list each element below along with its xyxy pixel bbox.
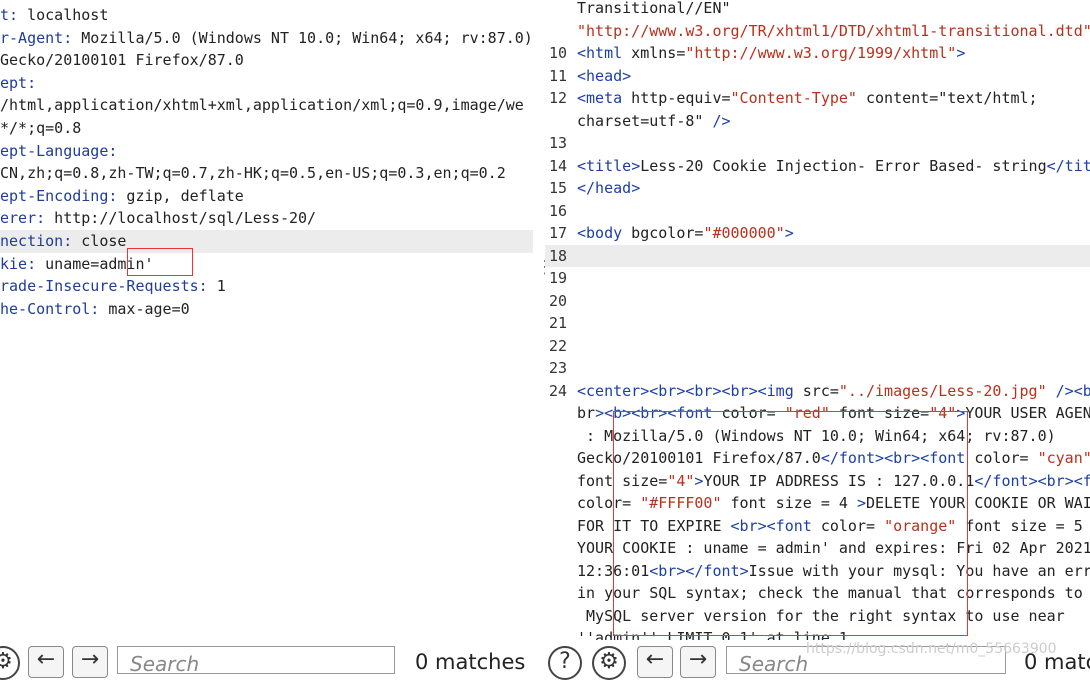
response-line: 11 <head>	[545, 65, 1090, 88]
pane-divider[interactable]	[533, 0, 545, 640]
header-value: */*;q=0.8	[0, 119, 82, 137]
line-number: 12	[548, 89, 567, 107]
line-number: 20	[548, 291, 567, 310]
request-line[interactable]: CN,zh;q=0.8,zh-TW;q=0.7,zh-HK;q=0.5,en-U…	[0, 162, 533, 185]
request-line[interactable]: rade-Insecure-Requests: 1	[0, 275, 533, 298]
line-number: 11	[548, 66, 567, 85]
response-line: 21	[545, 312, 1090, 335]
header-name: ept:	[0, 73, 37, 92]
code-text: <title>Less-20 Cookie Injection- Error B…	[577, 156, 1090, 175]
header-name: rade-Insecure-Requests:	[0, 277, 208, 296]
code-text: charset=utf-8" />	[577, 111, 731, 130]
code-text: <html xmlns="http://www.w3.org/1999/xhtm…	[577, 44, 966, 62]
response-line: 14 <title>Less-20 Cookie Injection- Error…	[545, 155, 1090, 178]
header-name: r-Agent:	[0, 28, 73, 47]
header-value: max-age=0	[99, 299, 190, 318]
response-line: 23	[545, 357, 1090, 380]
request-line[interactable]: Gecko/20100101 Firefox/87.0	[0, 49, 533, 72]
header-value: close	[72, 232, 127, 250]
request-line[interactable]: */*;q=0.8	[0, 117, 533, 140]
previous-match-button[interactable]: ←	[28, 646, 64, 678]
response-line: charset=utf-8" />	[545, 110, 1090, 133]
response-line: 18	[545, 244, 1090, 267]
code-text: <body bgcolor="#000000">	[577, 224, 794, 242]
request-line[interactable]: r-Agent: Mozilla/5.0 (Windows NT 10.0; W…	[0, 27, 533, 50]
header-name: erer:	[0, 209, 46, 228]
response-line: 22	[545, 335, 1090, 358]
request-editor[interactable]: t: localhost r-Agent: Mozilla/5.0 (Window…	[0, 0, 533, 640]
line-number: 16	[548, 201, 567, 220]
line-number: 10	[548, 44, 567, 62]
header-value: CN,zh;q=0.8,zh-TW;q=0.7,zh-HK;q=0.5,en-U…	[0, 164, 506, 183]
request-line[interactable]: ept-Language:	[0, 140, 533, 163]
line-number: 18	[548, 246, 567, 265]
code-text: <center><br><br><br><img src="../images/…	[577, 381, 1090, 400]
header-value: /html,application/xhtml+xml,application/…	[0, 96, 524, 115]
header-name: nection:	[0, 232, 73, 250]
error-highlight-box	[613, 411, 968, 636]
line-number: 21	[548, 314, 567, 332]
line-number: 23	[548, 359, 567, 377]
search-input[interactable]: Search	[117, 646, 395, 676]
response-line: 17 <body bgcolor="#000000">	[545, 222, 1090, 245]
drag-handle-icon[interactable]: ⋮	[536, 259, 554, 290]
response-line: 24 <center><br><br><br><img src="../image…	[545, 380, 1090, 403]
line-number: 24	[548, 381, 567, 400]
request-line[interactable]: ept-Encoding: gzip, deflate	[0, 185, 533, 208]
next-match-button[interactable]: →	[72, 646, 108, 678]
line-number: 13	[548, 134, 567, 152]
request-line[interactable]: erer: http://localhost/sql/Less-20/	[0, 207, 533, 230]
header-value: localhost	[18, 6, 109, 24]
request-line[interactable]: he-Control: max-age=0	[0, 298, 533, 321]
header-name: t:	[0, 6, 19, 24]
code-text: <head>	[577, 66, 632, 85]
request-line[interactable]: kie: uname=admin'	[0, 253, 533, 276]
next-match-button[interactable]: →	[680, 646, 716, 678]
line-number: 22	[548, 336, 567, 355]
cookie-highlight-box	[127, 248, 193, 276]
request-line[interactable]: nection: close	[0, 230, 533, 253]
request-line[interactable]: ept:	[0, 72, 533, 95]
response-line: 10 <html xmlns="http://www.w3.org/1999/xh…	[545, 42, 1090, 65]
watermark: https://blog.csdn.net/m0_55663900	[806, 641, 1057, 657]
response-line: Transitional//EN"	[545, 0, 1090, 20]
header-value: Gecko/20100101 Firefox/87.0	[0, 51, 244, 70]
response-line: 20	[545, 290, 1090, 313]
response-line: 13	[545, 132, 1090, 155]
line-number: 19	[548, 269, 567, 287]
response-line: 15 </head>	[545, 177, 1090, 200]
line-number: 15	[548, 179, 567, 197]
line-number: 14	[548, 156, 567, 175]
header-name: ept-Language:	[0, 141, 118, 160]
help-icon[interactable]: ?	[548, 646, 582, 680]
code-text: </head>	[577, 179, 641, 197]
previous-match-button[interactable]: ←	[637, 646, 673, 678]
header-name: ept-Encoding:	[0, 186, 118, 205]
settings-icon[interactable]: ⚙	[592, 646, 626, 680]
header-name: kie:	[0, 254, 37, 273]
response-line: "http://www.w3.org/TR/xhtml1/DTD/xhtml1-…	[545, 20, 1090, 43]
header-value: gzip, deflate	[117, 186, 244, 205]
header-name: he-Control:	[0, 299, 100, 318]
header-value: Mozilla/5.0 (Windows NT 10.0; Win64; x64…	[72, 28, 533, 47]
header-value: http://localhost/sql/Less-20/	[45, 209, 317, 228]
response-line: 19	[545, 267, 1090, 290]
code-text: <meta http-equiv="Content-Type" content=…	[577, 89, 1038, 107]
line-number: 17	[548, 224, 567, 242]
request-line[interactable]: t: localhost	[0, 4, 533, 27]
response-line: 12 <meta http-equiv="Content-Type" conten…	[545, 87, 1090, 110]
header-value: 1	[207, 277, 226, 296]
code-text: Transitional//EN"	[577, 0, 731, 17]
match-count: 0 matches	[415, 650, 526, 674]
request-line[interactable]: /html,application/xhtml+xml,application/…	[0, 94, 533, 117]
response-line: 16	[545, 200, 1090, 223]
code-text: "http://www.w3.org/TR/xhtml1/DTD/xhtml1-…	[577, 21, 1090, 40]
